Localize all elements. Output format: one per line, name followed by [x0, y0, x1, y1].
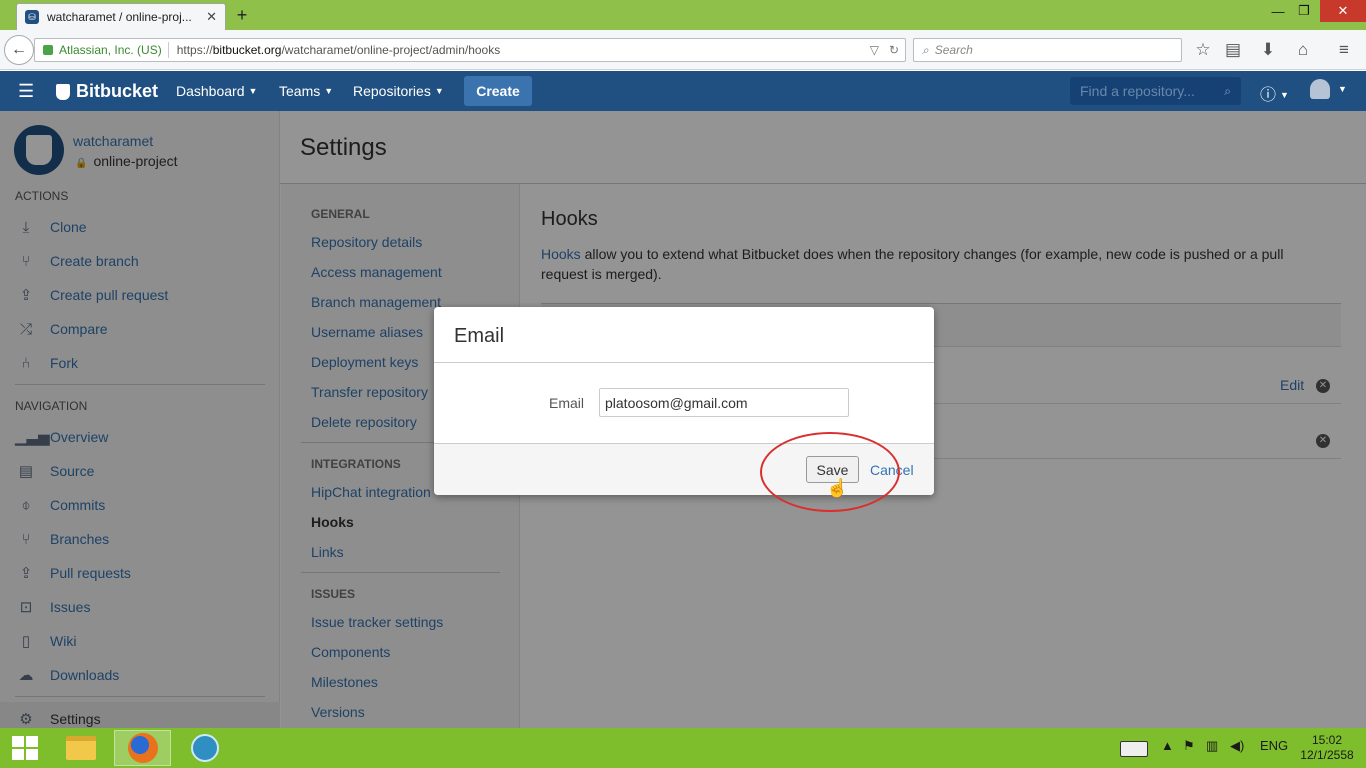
close-tab-icon[interactable]: ✕ — [206, 9, 217, 25]
search-icon: ⌕ — [922, 42, 929, 57]
minimize-icon[interactable]: — — [1266, 0, 1290, 22]
taskbar-firefox[interactable] — [114, 730, 171, 766]
search-icon: ⌕ — [1224, 84, 1231, 98]
windows-start-icon[interactable] — [12, 736, 38, 760]
restore-icon[interactable]: ❐ — [1292, 0, 1316, 22]
sourcetree-icon — [190, 734, 219, 762]
nav-dashboard[interactable]: Dashboard ▼ — [176, 83, 257, 99]
dropdown-arrow-icon[interactable]: ▽ — [870, 43, 879, 57]
caret-down-icon: ▼ — [434, 86, 444, 96]
browser-tabstrip: ⛁ watcharamet / online-proj... ✕ + — ❐ ✕ — [0, 0, 1366, 30]
lock-icon — [43, 45, 53, 55]
browser-tab[interactable]: ⛁ watcharamet / online-proj... ✕ — [16, 3, 226, 30]
bookmark-star-icon[interactable]: ☆ — [1192, 40, 1214, 60]
user-avatar-menu[interactable]: ▼ — [1310, 79, 1347, 99]
keyboard-icon[interactable] — [1120, 741, 1148, 757]
taskbar-file-explorer[interactable] — [52, 730, 109, 766]
menu-icon[interactable]: ≡ — [1333, 40, 1355, 60]
reading-list-icon[interactable]: ▤ — [1222, 40, 1244, 60]
help-icon[interactable]: ⓘ ▼ — [1260, 81, 1289, 105]
email-field[interactable] — [599, 388, 849, 417]
caret-down-icon: ▼ — [248, 86, 258, 96]
bitbucket-favicon-icon: ⛁ — [25, 10, 39, 24]
reload-icon[interactable]: ↻ — [889, 43, 899, 57]
bucket-logo-icon — [56, 83, 70, 100]
tray-expand-icon[interactable]: ▲ — [1161, 738, 1174, 753]
user-avatar-icon — [1310, 79, 1330, 99]
windows-taskbar: ▲ ⚑ ▥ ◀) ENG 15:02 12/1/2558 — [0, 728, 1366, 768]
taskbar-sourcetree[interactable] — [176, 730, 233, 766]
language-indicator[interactable]: ENG — [1260, 738, 1288, 753]
browser-search-input[interactable]: ⌕ Search — [913, 38, 1182, 62]
download-icon[interactable]: ⬇ — [1257, 40, 1279, 60]
tab-title: watcharamet / online-proj... — [47, 10, 192, 24]
bitbucket-header: ☰ Bitbucket Dashboard ▼ Teams ▼ Repositori… — [0, 71, 1366, 111]
new-tab-button[interactable]: + — [232, 5, 252, 26]
browser-navbar: ← Atlassian, Inc. (US) https://bitbucket… — [0, 30, 1366, 70]
url-bar[interactable]: Atlassian, Inc. (US) https://bitbucket.o… — [34, 38, 906, 62]
window-close-icon[interactable]: ✕ — [1320, 0, 1366, 22]
clock[interactable]: 15:02 12/1/2558 — [1298, 733, 1356, 763]
network-icon[interactable]: ▥ — [1206, 738, 1218, 754]
site-identity: Atlassian, Inc. (US) — [59, 43, 162, 57]
caret-down-icon: ▼ — [324, 86, 334, 96]
hand-cursor-icon: ☝ — [826, 478, 849, 498]
folder-icon — [65, 736, 96, 760]
annotation-circle — [760, 432, 900, 512]
find-repository-input[interactable]: Find a repository... ⌕ — [1070, 77, 1241, 105]
bitbucket-logo[interactable]: Bitbucket — [56, 81, 158, 102]
email-label: Email — [548, 395, 584, 411]
volume-icon[interactable]: ◀) — [1230, 738, 1244, 754]
back-arrow-icon[interactable]: ← — [4, 35, 34, 65]
hamburger-menu-icon[interactable]: ☰ — [18, 81, 34, 102]
dialog-title: Email — [454, 325, 505, 347]
nav-teams[interactable]: Teams ▼ — [279, 83, 333, 99]
url-text: https://bitbucket.org/watcharamet/online… — [176, 43, 501, 57]
home-icon[interactable]: ⌂ — [1292, 40, 1314, 60]
create-button[interactable]: Create — [464, 76, 532, 106]
firefox-icon — [127, 733, 158, 763]
flag-icon[interactable]: ⚑ — [1183, 738, 1195, 754]
nav-repositories[interactable]: Repositories ▼ — [353, 83, 444, 99]
